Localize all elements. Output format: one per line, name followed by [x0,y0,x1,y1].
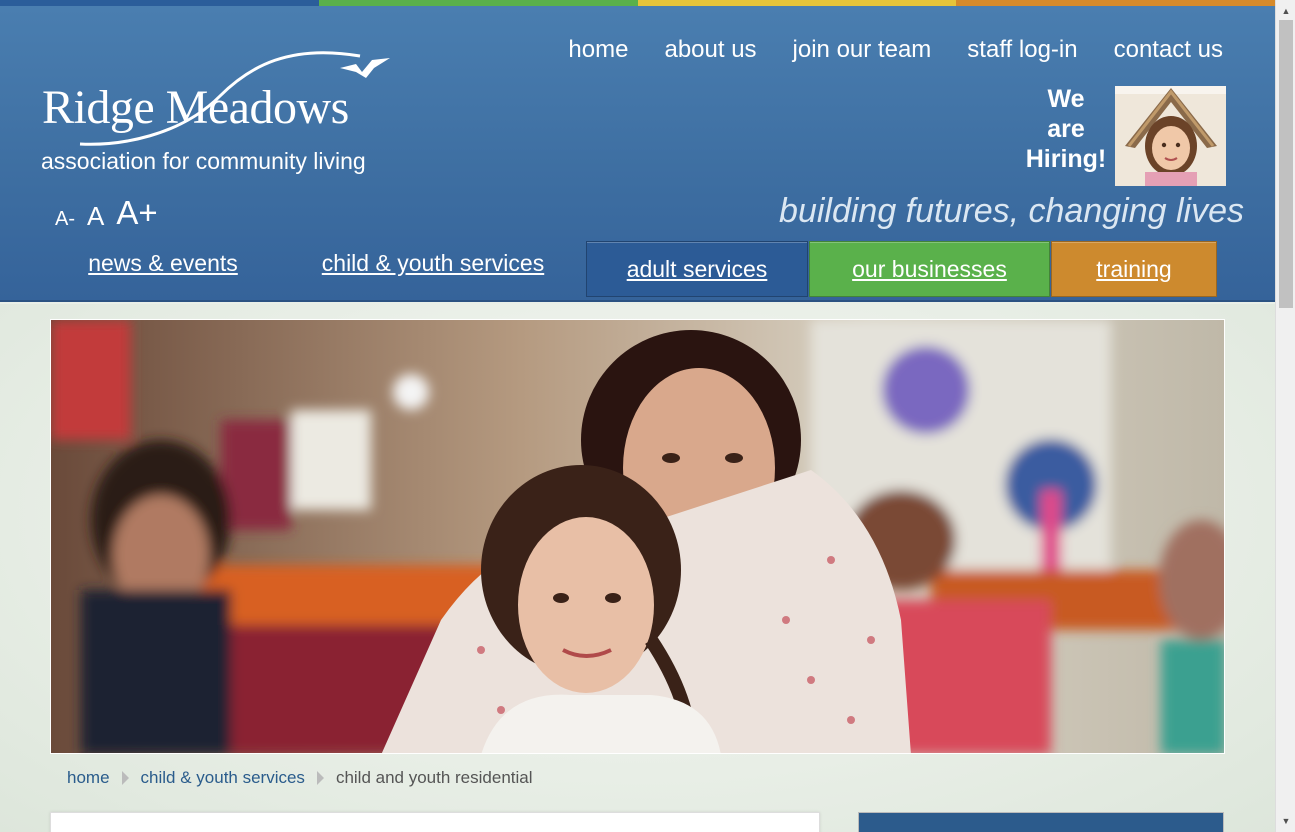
main-content-panel [50,812,820,832]
mother-daughter-photo-image [51,320,1224,753]
font-normal-button[interactable]: A [87,203,104,229]
sidebar-panel [858,812,1224,832]
site-slogan: building futures, changing lives [779,192,1244,230]
font-size-controls: A- A A+ [55,196,158,229]
scroll-down-arrow-icon[interactable]: ▼ [1276,812,1295,830]
main-nav-news-events-label: news & events [88,249,238,276]
font-decrease-button[interactable]: A- [55,209,75,229]
top-nav-contact-us[interactable]: contact us [1114,36,1223,64]
scroll-up-arrow-icon[interactable]: ▲ [1276,2,1295,20]
child-photo-image [1115,86,1226,186]
breadcrumb-child-youth-services[interactable]: child & youth services [141,768,305,788]
logo-tagline: association for community living [41,148,366,174]
main-nav-training-label: training [1096,255,1172,282]
breadcrumb-current-page: child and youth residential [335,768,533,787]
breadcrumb: home child & youth services child and yo… [67,768,533,788]
hiring-banner[interactable]: We are Hiring! [1020,84,1226,186]
main-nav-news-events[interactable]: news & events [60,235,266,291]
hiring-line-1: We [1047,85,1085,113]
top-nav-join-our-team[interactable]: join our team [793,36,932,64]
main-nav-adult-services-label: adult services [626,255,768,282]
main-nav-child-youth-services-label: child & youth services [321,249,545,276]
hiring-text: We are Hiring! [1020,84,1112,174]
breadcrumb-separator-icon [316,771,324,785]
breadcrumb-home[interactable]: home [67,768,110,788]
top-nav-home[interactable]: home [568,36,628,64]
scroll-thumb[interactable] [1279,20,1293,308]
logo-name: Ridge Meadows [42,81,349,134]
top-nav-about-us[interactable]: about us [664,36,756,64]
top-nav: home about us join our team staff log-in… [568,36,1223,64]
page-scrollbar[interactable]: ▲ ▼ [1275,0,1295,832]
breadcrumb-separator-icon [121,771,129,785]
hiring-line-2: are [1047,115,1085,143]
main-nav: news & events child & youth services adu… [0,241,1275,297]
site-header: Ridge Meadows association for community … [0,6,1275,302]
font-increase-button[interactable]: A+ [116,196,157,229]
top-nav-staff-login[interactable]: staff log-in [967,36,1077,64]
hiring-photo [1115,86,1226,186]
main-nav-adult-services[interactable]: adult services [586,241,808,297]
hiring-line-3: Hiring! [1025,145,1107,173]
main-nav-child-youth-services[interactable]: child & youth services [300,235,566,291]
hero-image [50,319,1225,754]
main-nav-our-businesses[interactable]: our businesses [809,241,1050,297]
main-nav-training[interactable]: training [1051,241,1217,297]
main-nav-our-businesses-label: our businesses [852,255,1007,282]
site-logo[interactable]: Ridge Meadows association for community … [40,46,410,186]
